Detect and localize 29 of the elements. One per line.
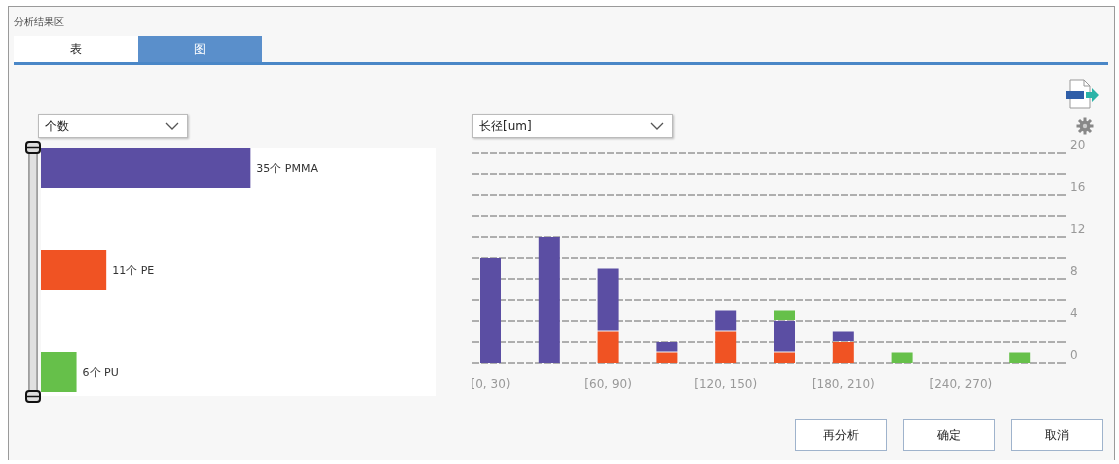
bar-label: 11个 PE <box>112 264 155 277</box>
bar-label: 35个 PMMA <box>256 162 318 175</box>
axis-label: 20 <box>1070 140 1086 152</box>
axis-label: [0, 30) <box>472 377 511 391</box>
axis-label: 16 <box>1070 180 1086 194</box>
bar-segment <box>1009 352 1031 363</box>
axis-label: [180, 210) <box>811 377 875 391</box>
bar-segment <box>656 342 678 352</box>
size-dropdown[interactable]: 长径[um] <box>472 114 673 138</box>
action-button[interactable]: 确定 <box>903 419 995 451</box>
action-button[interactable]: 再分析 <box>795 419 887 451</box>
bar-segment <box>891 352 913 363</box>
axis-label: [240, 270) <box>929 377 993 391</box>
count-dropdown[interactable]: 个数 <box>38 114 188 138</box>
panel-title: 分析结果区 <box>14 15 64 29</box>
bar-segment <box>656 352 678 363</box>
csv-export-icon[interactable] <box>1064 79 1100 109</box>
caret-icon <box>650 122 664 130</box>
settings-icon[interactable] <box>1076 117 1094 135</box>
bar-label: 6个 PU <box>82 366 119 379</box>
axis-label: 12 <box>1070 222 1086 236</box>
tab[interactable]: 表 <box>14 36 138 62</box>
axis-label: [60, 90) <box>584 377 632 391</box>
caret-icon <box>165 122 179 130</box>
action-button[interactable]: 取消 <box>1011 419 1103 451</box>
axis-label: 8 <box>1070 264 1078 278</box>
axis-label: 0 <box>1070 348 1078 362</box>
axis-label: [120, 150) <box>694 377 758 391</box>
axis-label: 4 <box>1070 306 1078 320</box>
